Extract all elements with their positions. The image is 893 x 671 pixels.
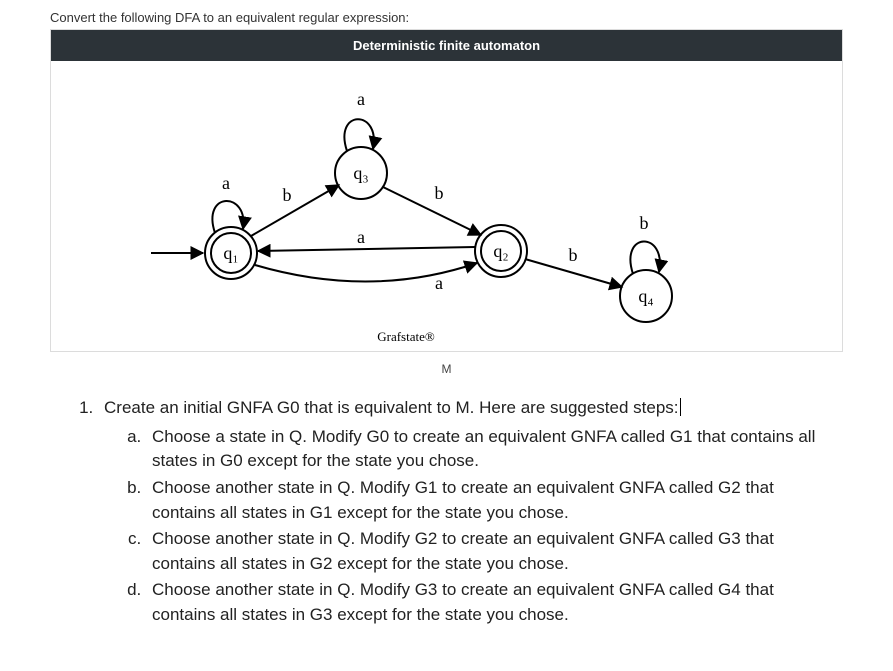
step-1d: Choose another state in Q. Modify G3 to …: [146, 578, 823, 627]
dfa-diagram: q₁ a q₃ a b q₂ b a a: [51, 61, 842, 351]
edge-q1-q3: [251, 185, 339, 236]
text-cursor-icon: [680, 398, 681, 416]
step-1a: Choose a state in Q. Modify G0 to create…: [146, 425, 823, 474]
instructions-block: Create an initial GNFA G0 that is equiva…: [0, 396, 893, 650]
edge-q1-q3-label: b: [283, 185, 292, 205]
edge-q2-q1-label: a: [357, 227, 365, 247]
state-q2-label: q₂: [493, 241, 508, 261]
edge-q1-q2: [255, 263, 477, 282]
edge-q1-q1-label: a: [222, 173, 230, 193]
page-prompt: Convert the following DFA to an equivale…: [0, 0, 893, 29]
step-1-intro: Create an initial GNFA G0 that is equiva…: [104, 398, 679, 417]
edge-q3-q2: [383, 187, 481, 235]
edge-q2-q4-label: b: [569, 245, 578, 265]
diagram-watermark: Grafstate®: [377, 329, 435, 344]
edge-q1-q2-label: a: [435, 273, 443, 293]
figure-caption: M: [0, 362, 893, 376]
edge-q2-q1: [258, 247, 475, 251]
step-1b: Choose another state in Q. Modify G1 to …: [146, 476, 823, 525]
figure-header: Deterministic finite automaton: [51, 30, 842, 61]
state-q1-label: q₁: [223, 243, 238, 263]
dfa-figure: Deterministic finite automaton q₁ a q₃ a: [50, 29, 843, 352]
edge-q4-q4-label: b: [640, 213, 649, 233]
step-1c: Choose another state in Q. Modify G2 to …: [146, 527, 823, 576]
state-q4-label: q₄: [638, 286, 653, 306]
step-1: Create an initial GNFA G0 that is equiva…: [98, 396, 823, 628]
state-q3-label: q₃: [353, 163, 368, 183]
edge-q3-q3-label: a: [357, 89, 365, 109]
edge-q3-q2-label: b: [435, 183, 444, 203]
